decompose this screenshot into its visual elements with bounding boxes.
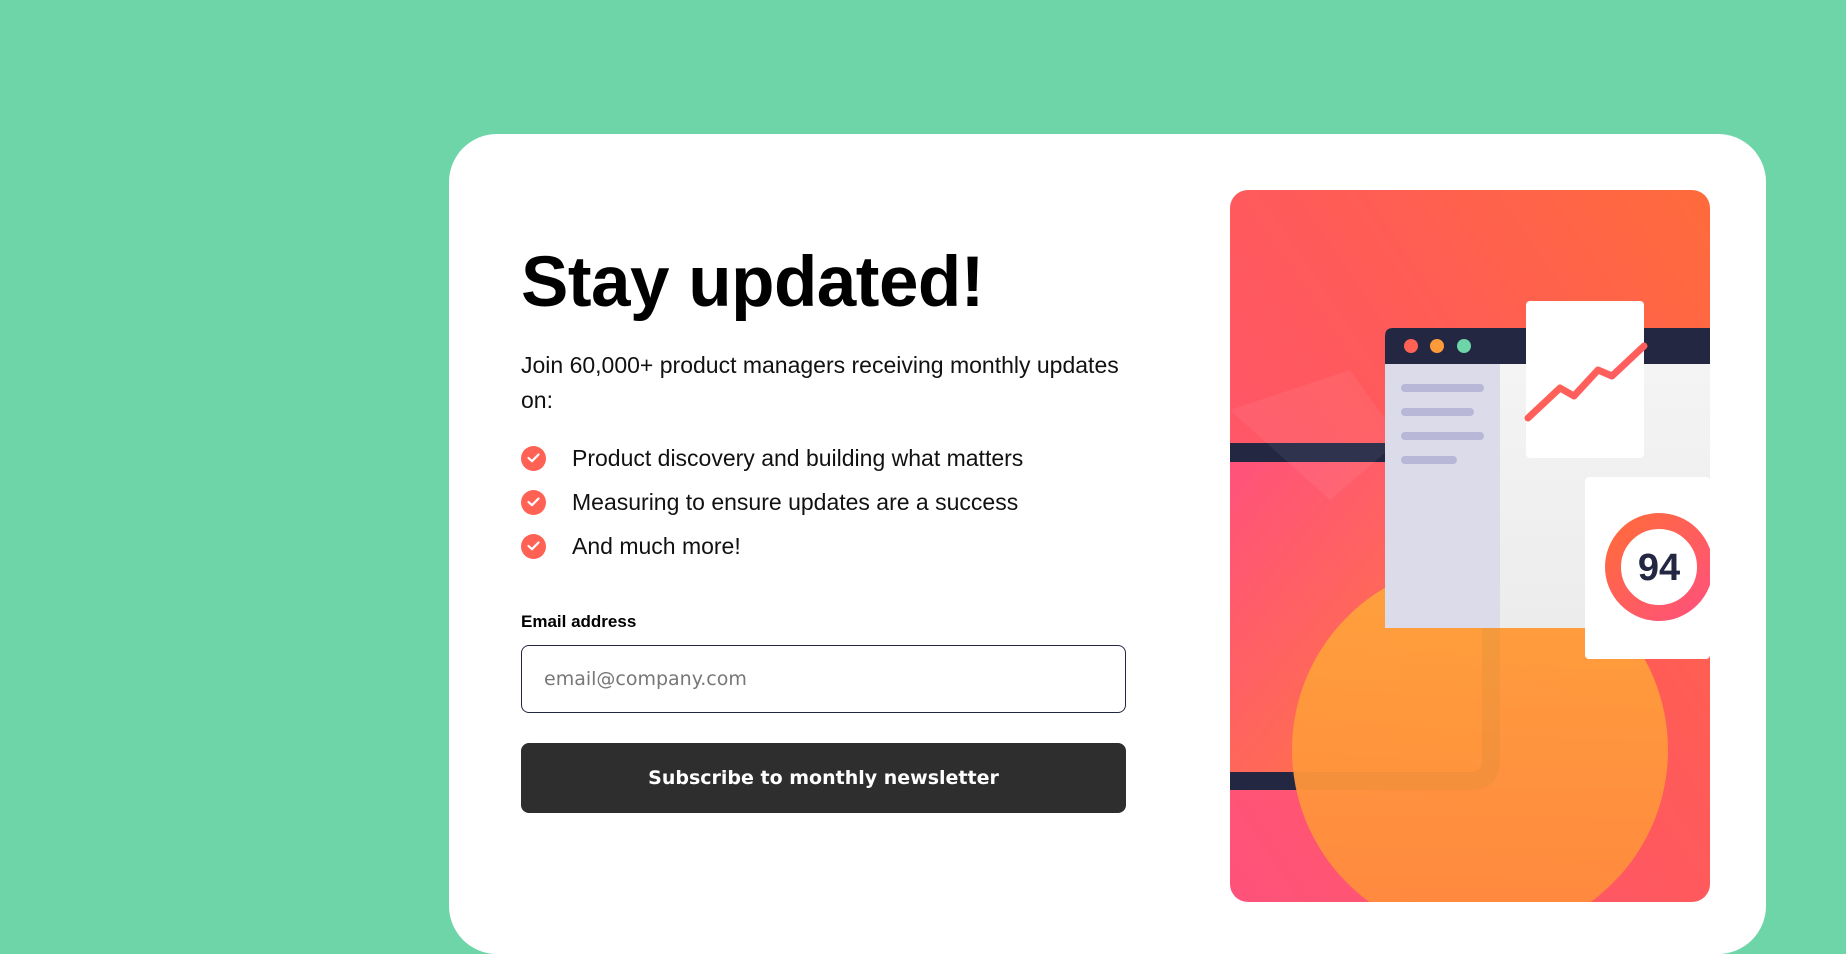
list-item: Measuring to ensure updates are a succes… bbox=[521, 480, 1023, 524]
email-field[interactable] bbox=[521, 645, 1126, 713]
feature-text: And much more! bbox=[572, 532, 741, 559]
email-label: Email address bbox=[521, 612, 637, 631]
list-item: And much more! bbox=[521, 524, 1023, 568]
list-item: Product discovery and building what matt… bbox=[521, 436, 1023, 480]
intro-text: Join 60,000+ product managers receiving … bbox=[521, 352, 1119, 413]
check-icon bbox=[521, 445, 546, 471]
signup-card: Stay updated! Join 60,000+ product manag… bbox=[449, 134, 1766, 954]
check-icon bbox=[521, 533, 546, 559]
score-value: 94 bbox=[1638, 547, 1680, 589]
feature-list: Product discovery and building what matt… bbox=[521, 436, 1023, 568]
check-icon bbox=[521, 489, 546, 515]
feature-text: Product discovery and building what matt… bbox=[572, 444, 1024, 471]
page-title: Stay updated! bbox=[521, 243, 984, 322]
illustration-graphic: 94 bbox=[1230, 190, 1710, 902]
subscribe-button[interactable]: Subscribe to monthly newsletter bbox=[521, 743, 1126, 813]
feature-text: Measuring to ensure updates are a succes… bbox=[572, 488, 1019, 515]
hero-illustration: 94 bbox=[1230, 190, 1710, 902]
